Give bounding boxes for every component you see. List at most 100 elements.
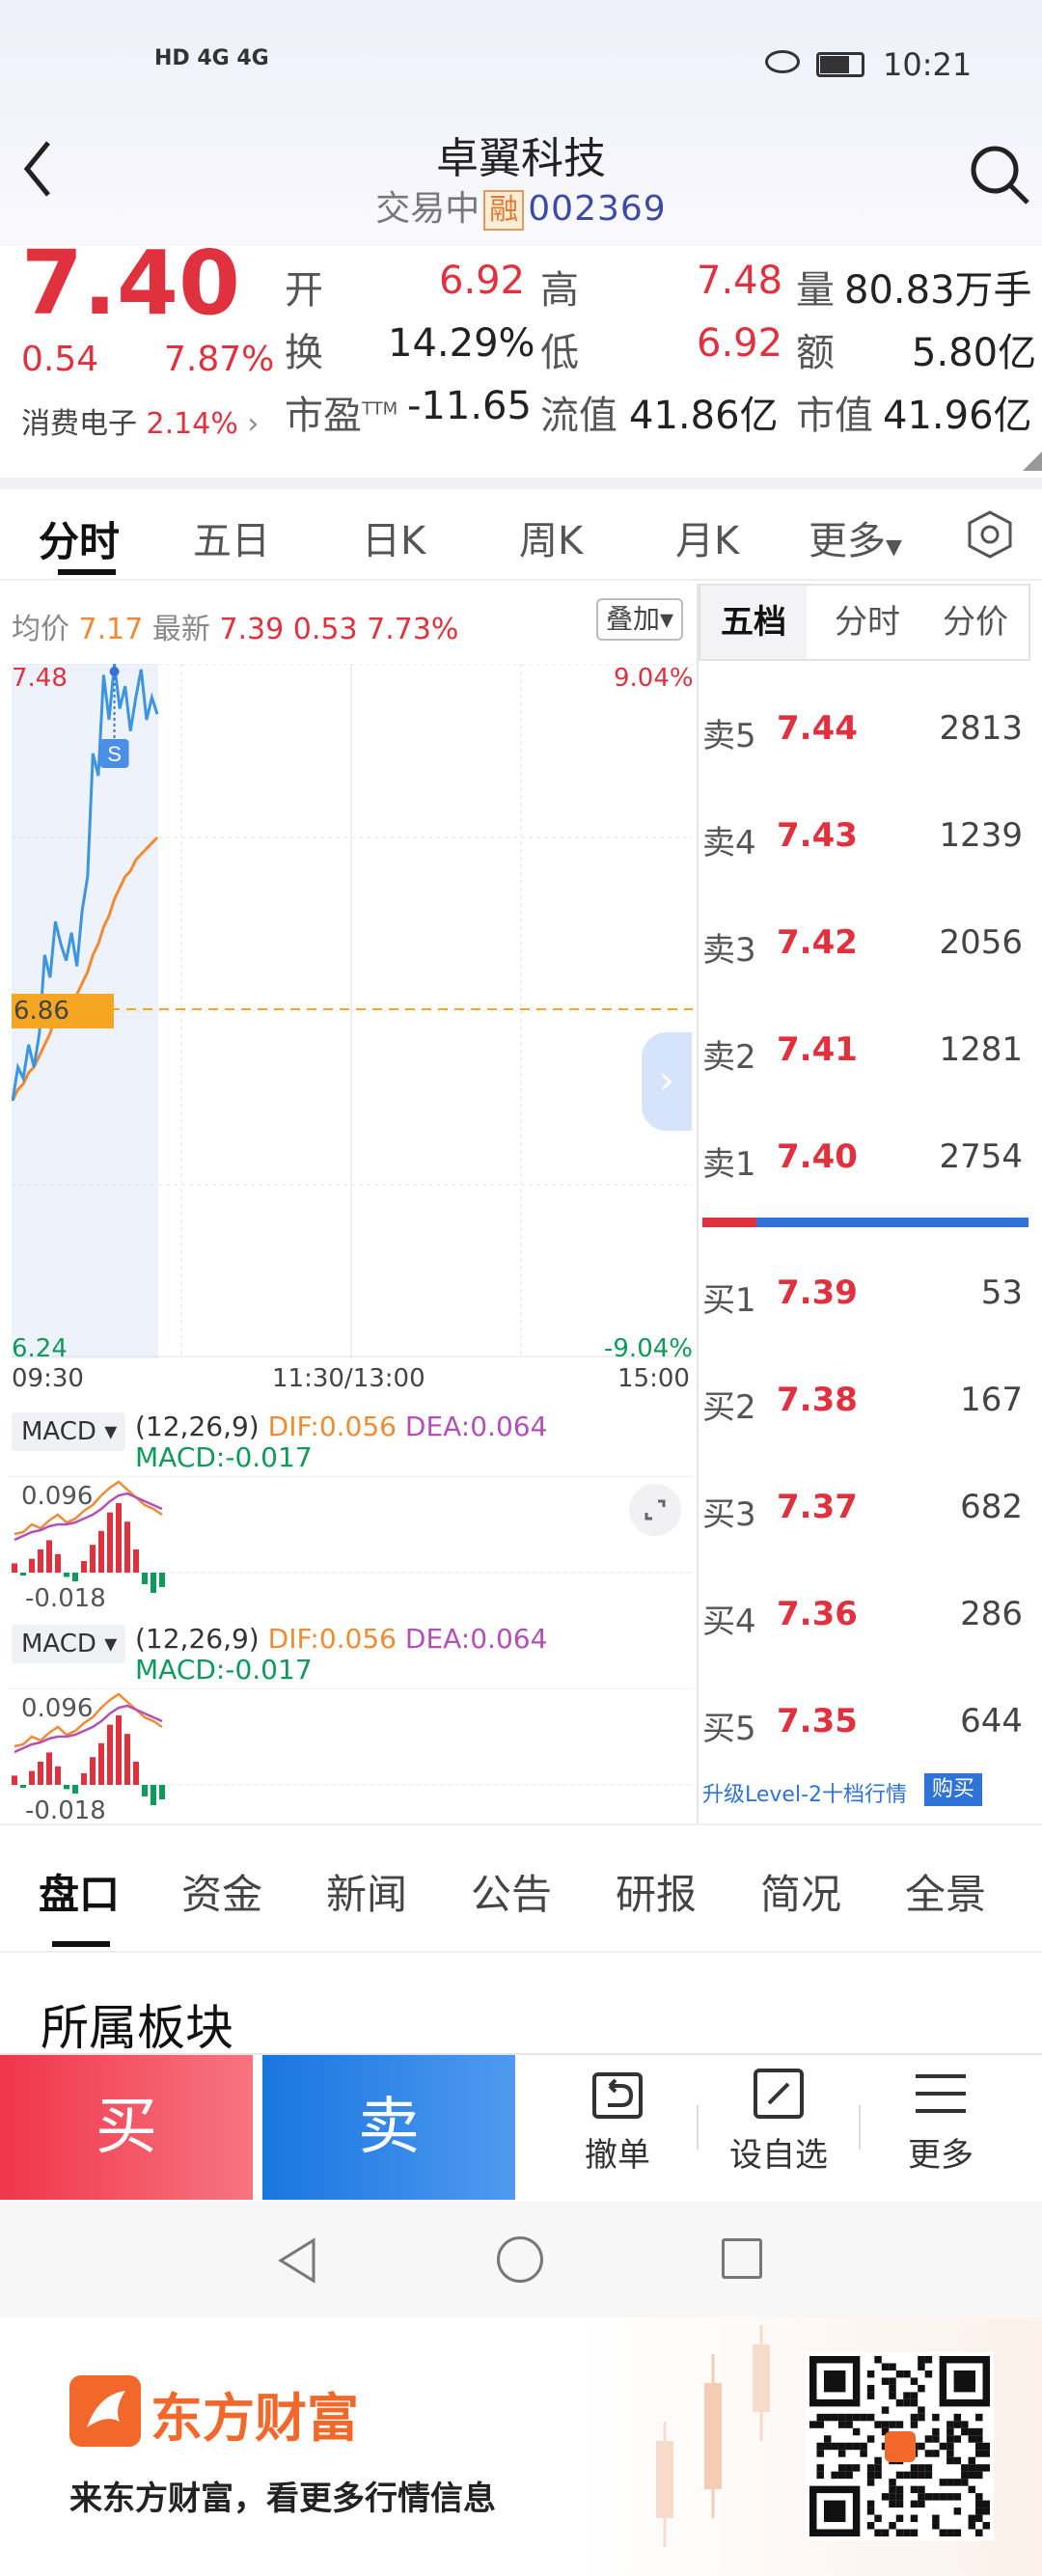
tab-daily-k[interactable]: 日K [362, 509, 425, 565]
tab-weekly-k[interactable]: 周K [519, 509, 583, 565]
macd-histogram-bar [72, 1785, 78, 1794]
ask-label: 卖1 [702, 1145, 756, 1184]
sector-link[interactable]: 消费电子 2.14% › [21, 399, 259, 442]
buy-button[interactable]: 买 [0, 2055, 253, 2200]
macd-params: (12,26,9) DIF:0.056 DEA:0.064 [135, 1623, 548, 1655]
settings-hex-icon[interactable] [965, 509, 1015, 563]
more-button[interactable]: 更多 [859, 2065, 1023, 2176]
trading-status: 交易中 [375, 189, 480, 229]
ask-price: 7.40 [777, 1137, 858, 1176]
ask-label: 卖2 [702, 1038, 756, 1077]
ask-price: 7.41 [777, 1030, 858, 1069]
tab-research[interactable]: 研报 [616, 1862, 697, 1921]
macd-histogram-bar [90, 1545, 96, 1573]
divider [0, 478, 1042, 489]
sector-name: 消费电子 [21, 407, 137, 441]
nav-back-icon[interactable] [275, 2236, 319, 2288]
tab-intraday[interactable]: 分时 [39, 509, 120, 568]
pe-value: -11.65 [407, 384, 532, 428]
signal-marker-label: S [107, 742, 122, 766]
tab-capital[interactable]: 资金 [181, 1862, 262, 1921]
macd-histogram-bar [133, 1549, 139, 1573]
macd-histogram-bar [64, 1573, 69, 1577]
market-cap-value: 41.96亿 [883, 394, 1032, 438]
ask-volume: 2056 [939, 923, 1023, 962]
fullscreen-icon[interactable] [629, 1484, 681, 1536]
eye-icon [765, 50, 800, 73]
tab-five-day[interactable]: 五日 [193, 509, 270, 565]
footer-slogan: 来东方财富，看更多行情信息 [69, 2480, 496, 2518]
high-label: 高 [540, 268, 579, 313]
bid-volume: 53 [980, 1274, 1023, 1312]
stock-code: 002369 [528, 189, 667, 229]
sector-pct: 2.14% [146, 407, 238, 441]
amount-label: 额 [796, 331, 835, 375]
nav-home-icon[interactable] [497, 2236, 543, 2283]
chevron-right-icon: › [247, 407, 260, 441]
macd-histogram-bar [12, 1563, 17, 1573]
macd-button[interactable]: MACD ▾ [12, 1625, 125, 1663]
float-cap-label: 流值 [540, 394, 617, 438]
ask-volume: 1239 [939, 816, 1023, 855]
divider [0, 579, 1042, 581]
add-watchlist-button[interactable]: 设自选 [697, 2065, 861, 2176]
tab-overview[interactable]: 全景 [905, 1862, 986, 1921]
overlay-button[interactable]: 叠加▾ [596, 598, 683, 641]
macd-histogram-bar [107, 1724, 113, 1785]
tab-five-level[interactable]: 五档 [700, 586, 807, 659]
tab-more[interactable]: 更多▼ [809, 509, 902, 565]
macd-button[interactable]: MACD ▾ [12, 1412, 125, 1451]
macd-histogram-bar [116, 1503, 122, 1573]
tab-price-dist[interactable]: 分价 [922, 586, 1028, 659]
macd-histogram-bar [38, 1762, 43, 1785]
cancel-order-button[interactable]: 撤单 [535, 2065, 699, 2176]
macd-histogram-bar [20, 1573, 26, 1576]
macd-histogram-bar [98, 1530, 104, 1573]
macd-value: MACD:-0.017 [135, 1441, 313, 1473]
macd-histogram-bar [46, 1540, 52, 1573]
ask-strength-bar [756, 1218, 1028, 1227]
price-change-pct: 7.87% [164, 340, 275, 379]
bid-label: 买2 [702, 1388, 756, 1427]
candlestick-decoration [656, 2325, 770, 2547]
macd-histogram-bar [12, 1775, 17, 1785]
macd-params: (12,26,9) DIF:0.056 DEA:0.064 [135, 1411, 548, 1442]
tab-order-panel[interactable]: 盘口 [39, 1862, 120, 1921]
macd-histogram-bar [29, 1558, 35, 1573]
purchase-button[interactable]: 购买 [924, 1773, 982, 1806]
macd-histogram-bar [20, 1785, 26, 1788]
tab-tick[interactable]: 分时 [814, 586, 920, 659]
expand-panel-icon[interactable]: › [642, 1032, 692, 1131]
tab-profile[interactable]: 简况 [760, 1862, 841, 1921]
ask-volume: 2813 [939, 709, 1023, 748]
bid-price: 7.37 [777, 1488, 858, 1526]
undo-icon [592, 2072, 643, 2119]
macd-histogram-bar [72, 1573, 78, 1581]
time-start: 09:30 [12, 1364, 84, 1393]
high-value: 7.48 [697, 259, 783, 303]
open-value: 6.92 [439, 259, 526, 303]
nav-recents-icon[interactable] [722, 2238, 762, 2279]
divider [859, 2105, 861, 2150]
brand-logo-icon [69, 2375, 141, 2447]
price-change: 0.54 [21, 340, 99, 379]
macd-value: MACD:-0.017 [135, 1654, 313, 1685]
brand-name: 东方财富 [151, 2388, 359, 2449]
network-indicator: HD 4G 4G [154, 46, 269, 70]
bid-strength-bar [702, 1218, 756, 1227]
tab-monthly-k[interactable]: 月K [675, 509, 739, 565]
section-title: 所属板块 [41, 2000, 233, 2056]
bid-label: 买5 [702, 1710, 756, 1748]
low-label: 低 [540, 331, 579, 375]
macd-histogram-bar [124, 1521, 130, 1573]
sell-button[interactable]: 卖 [262, 2055, 515, 2200]
search-icon[interactable] [968, 143, 1031, 210]
tab-news[interactable]: 新闻 [326, 1862, 407, 1921]
bid-label: 买3 [702, 1495, 756, 1534]
tab-announcements[interactable]: 公告 [471, 1862, 552, 1921]
amount-value: 5.80亿 [912, 331, 1037, 375]
divider [0, 1823, 1042, 1825]
macd-histogram-bar [151, 1573, 156, 1593]
upgrade-level2-link[interactable]: 升级Level-2十档行情 [702, 1777, 907, 1808]
macd-histogram-bar [159, 1785, 165, 1799]
